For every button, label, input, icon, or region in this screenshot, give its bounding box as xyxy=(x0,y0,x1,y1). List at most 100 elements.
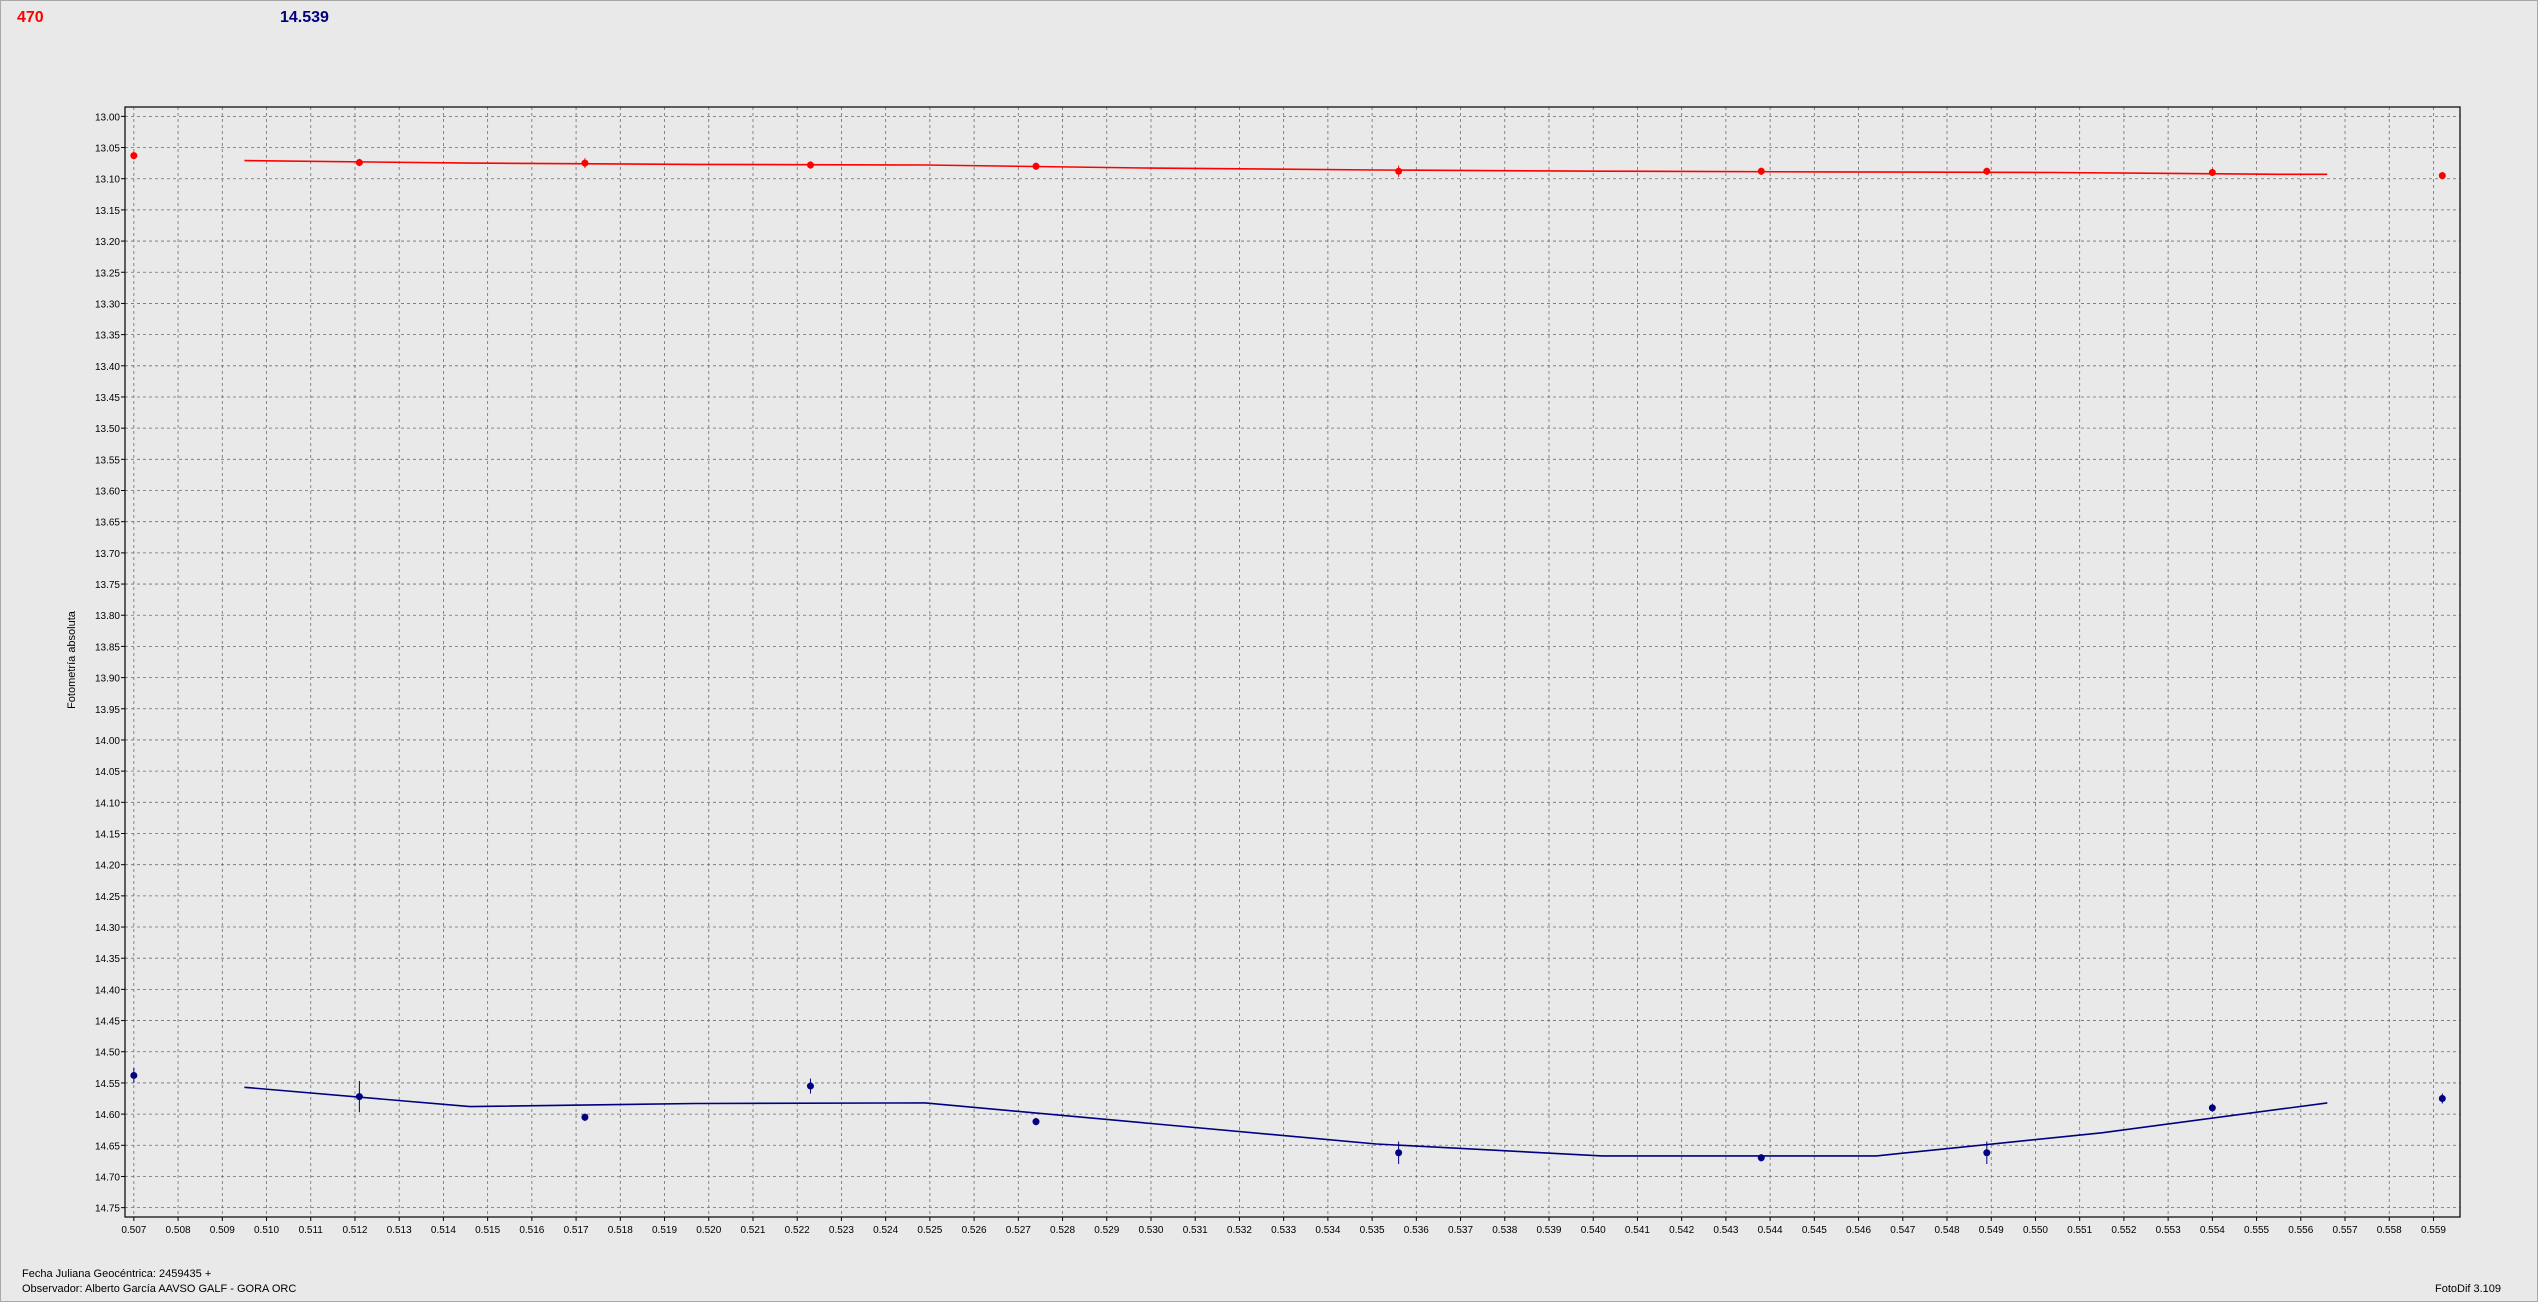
y-tick-label: 13.15 xyxy=(95,206,120,217)
x-tick-label: 0.508 xyxy=(166,1225,191,1236)
y-tick-label: 13.85 xyxy=(95,642,120,653)
y-tick-label: 14.45 xyxy=(95,1017,120,1028)
series-0-data-point xyxy=(581,159,589,167)
x-tick-label: 0.513 xyxy=(387,1225,412,1236)
series-1-data-point xyxy=(2438,1095,2446,1103)
y-tick-label: 13.95 xyxy=(95,705,120,716)
x-tick-label: 0.518 xyxy=(608,1225,633,1236)
y-tick-label: 13.05 xyxy=(95,144,120,155)
footer-version: FotoDif 3.109 xyxy=(2435,1283,2502,1295)
x-tick-label: 0.553 xyxy=(2156,1225,2181,1236)
x-tick-label: 0.541 xyxy=(1625,1225,1650,1236)
y-tick-label: 13.10 xyxy=(95,175,120,186)
x-tick-label: 0.524 xyxy=(873,1225,898,1236)
x-tick-label: 0.544 xyxy=(1758,1225,1783,1236)
x-tick-label: 0.540 xyxy=(1581,1225,1606,1236)
x-tick-label: 0.529 xyxy=(1094,1225,1119,1236)
x-tick-label: 0.552 xyxy=(2111,1225,2136,1236)
x-tick-label: 0.542 xyxy=(1669,1225,1694,1236)
x-tick-label: 0.511 xyxy=(299,1225,324,1236)
y-tick-label: 14.40 xyxy=(95,985,120,996)
series-1-data-point xyxy=(355,1093,363,1101)
x-tick-label: 0.548 xyxy=(1934,1225,1959,1236)
x-tick-label: 0.515 xyxy=(475,1225,500,1236)
x-tick-label: 0.533 xyxy=(1271,1225,1296,1236)
series-1-data-point xyxy=(581,1113,589,1121)
x-tick-label: 0.543 xyxy=(1713,1225,1738,1236)
x-tick-label: 0.528 xyxy=(1050,1225,1075,1236)
x-tick-label: 0.520 xyxy=(696,1225,721,1236)
y-tick-label: 13.75 xyxy=(95,580,120,591)
x-tick-label: 0.534 xyxy=(1315,1225,1340,1236)
x-tick-label: 0.539 xyxy=(1536,1225,1561,1236)
x-tick-label: 0.526 xyxy=(962,1225,987,1236)
series-1-data-point xyxy=(1757,1154,1765,1162)
x-tick-label: 0.521 xyxy=(740,1225,765,1236)
x-tick-label: 0.527 xyxy=(1006,1225,1031,1236)
x-tick-label: 0.546 xyxy=(1846,1225,1871,1236)
series-0-data-point xyxy=(1395,167,1403,175)
plot-area xyxy=(125,107,2460,1217)
series-1-data-point xyxy=(1395,1149,1403,1157)
series-0-data-point xyxy=(1983,167,1991,175)
x-tick-label: 0.530 xyxy=(1138,1225,1163,1236)
y-tick-label: 14.15 xyxy=(95,829,120,840)
x-tick-label: 0.537 xyxy=(1448,1225,1473,1236)
y-tick-label: 14.65 xyxy=(95,1141,120,1152)
x-tick-label: 0.556 xyxy=(2288,1225,2313,1236)
x-tick-label: 0.538 xyxy=(1492,1225,1517,1236)
x-tick-label: 0.549 xyxy=(1979,1225,2004,1236)
y-tick-label: 13.60 xyxy=(95,487,120,498)
x-tick-label: 0.555 xyxy=(2244,1225,2269,1236)
y-tick-label: 13.40 xyxy=(95,362,120,373)
footer-julian-date: Fecha Juliana Geocéntrica: 2459435 + xyxy=(22,1268,212,1280)
y-tick-label: 14.25 xyxy=(95,892,120,903)
x-tick-label: 0.507 xyxy=(121,1225,146,1236)
y-tick-label: 13.25 xyxy=(95,268,120,279)
series-0-data-point xyxy=(806,161,814,169)
x-tick-label: 0.557 xyxy=(2333,1225,2358,1236)
y-tick-label: 13.00 xyxy=(95,112,120,123)
y-tick-label: 14.50 xyxy=(95,1048,120,1059)
x-tick-label: 0.554 xyxy=(2200,1225,2225,1236)
x-tick-label: 0.525 xyxy=(917,1225,942,1236)
series-1-data-point xyxy=(130,1071,138,1079)
series-0-data-point xyxy=(1757,167,1765,175)
x-tick-label: 0.535 xyxy=(1360,1225,1385,1236)
y-tick-label: 14.35 xyxy=(95,954,120,965)
y-tick-label: 13.30 xyxy=(95,299,120,310)
series-1-data-point xyxy=(806,1082,814,1090)
y-tick-label: 13.80 xyxy=(95,611,120,622)
x-tick-label: 0.545 xyxy=(1802,1225,1827,1236)
x-tick-label: 0.512 xyxy=(342,1225,367,1236)
series-0-data-point xyxy=(355,159,363,166)
x-tick-label: 0.551 xyxy=(2067,1225,2092,1236)
y-tick-label: 13.50 xyxy=(95,424,120,435)
x-tick-label: 0.558 xyxy=(2377,1225,2402,1236)
x-tick-label: 0.550 xyxy=(2023,1225,2048,1236)
x-tick-label: 0.509 xyxy=(210,1225,235,1236)
y-tick-label: 14.00 xyxy=(95,736,120,747)
x-tick-label: 0.522 xyxy=(785,1225,810,1236)
y-tick-label: 14.05 xyxy=(95,767,120,778)
y-tick-label: 14.20 xyxy=(95,861,120,872)
y-tick-label: 13.90 xyxy=(95,674,120,685)
y-tick-label: 13.35 xyxy=(95,331,120,342)
x-tick-label: 0.510 xyxy=(254,1225,279,1236)
series-1-data-point xyxy=(2208,1104,2216,1112)
series-1-data-point xyxy=(1983,1149,1991,1157)
y-tick-label: 14.10 xyxy=(95,798,120,809)
light-curve-chart: 0.507 0.508 0.509 0.510 0.511 0.512 0.513 0.514… xyxy=(95,106,2461,1236)
x-tick-label: 0.547 xyxy=(1890,1225,1915,1236)
series-1-data-point xyxy=(1032,1118,1040,1126)
series-0-data-point xyxy=(130,152,138,160)
series-0-data-point xyxy=(2438,172,2446,180)
y-tick-label: 13.20 xyxy=(95,237,120,248)
series-0-data-point xyxy=(2208,168,2216,176)
y-tick-label: 14.75 xyxy=(95,1204,120,1215)
x-tick-label: 0.559 xyxy=(2421,1225,2446,1236)
x-tick-label: 0.514 xyxy=(431,1225,456,1236)
x-tick-label: 0.531 xyxy=(1183,1225,1208,1236)
y-tick-label: 14.60 xyxy=(95,1110,120,1121)
y-tick-label: 13.55 xyxy=(95,455,120,466)
